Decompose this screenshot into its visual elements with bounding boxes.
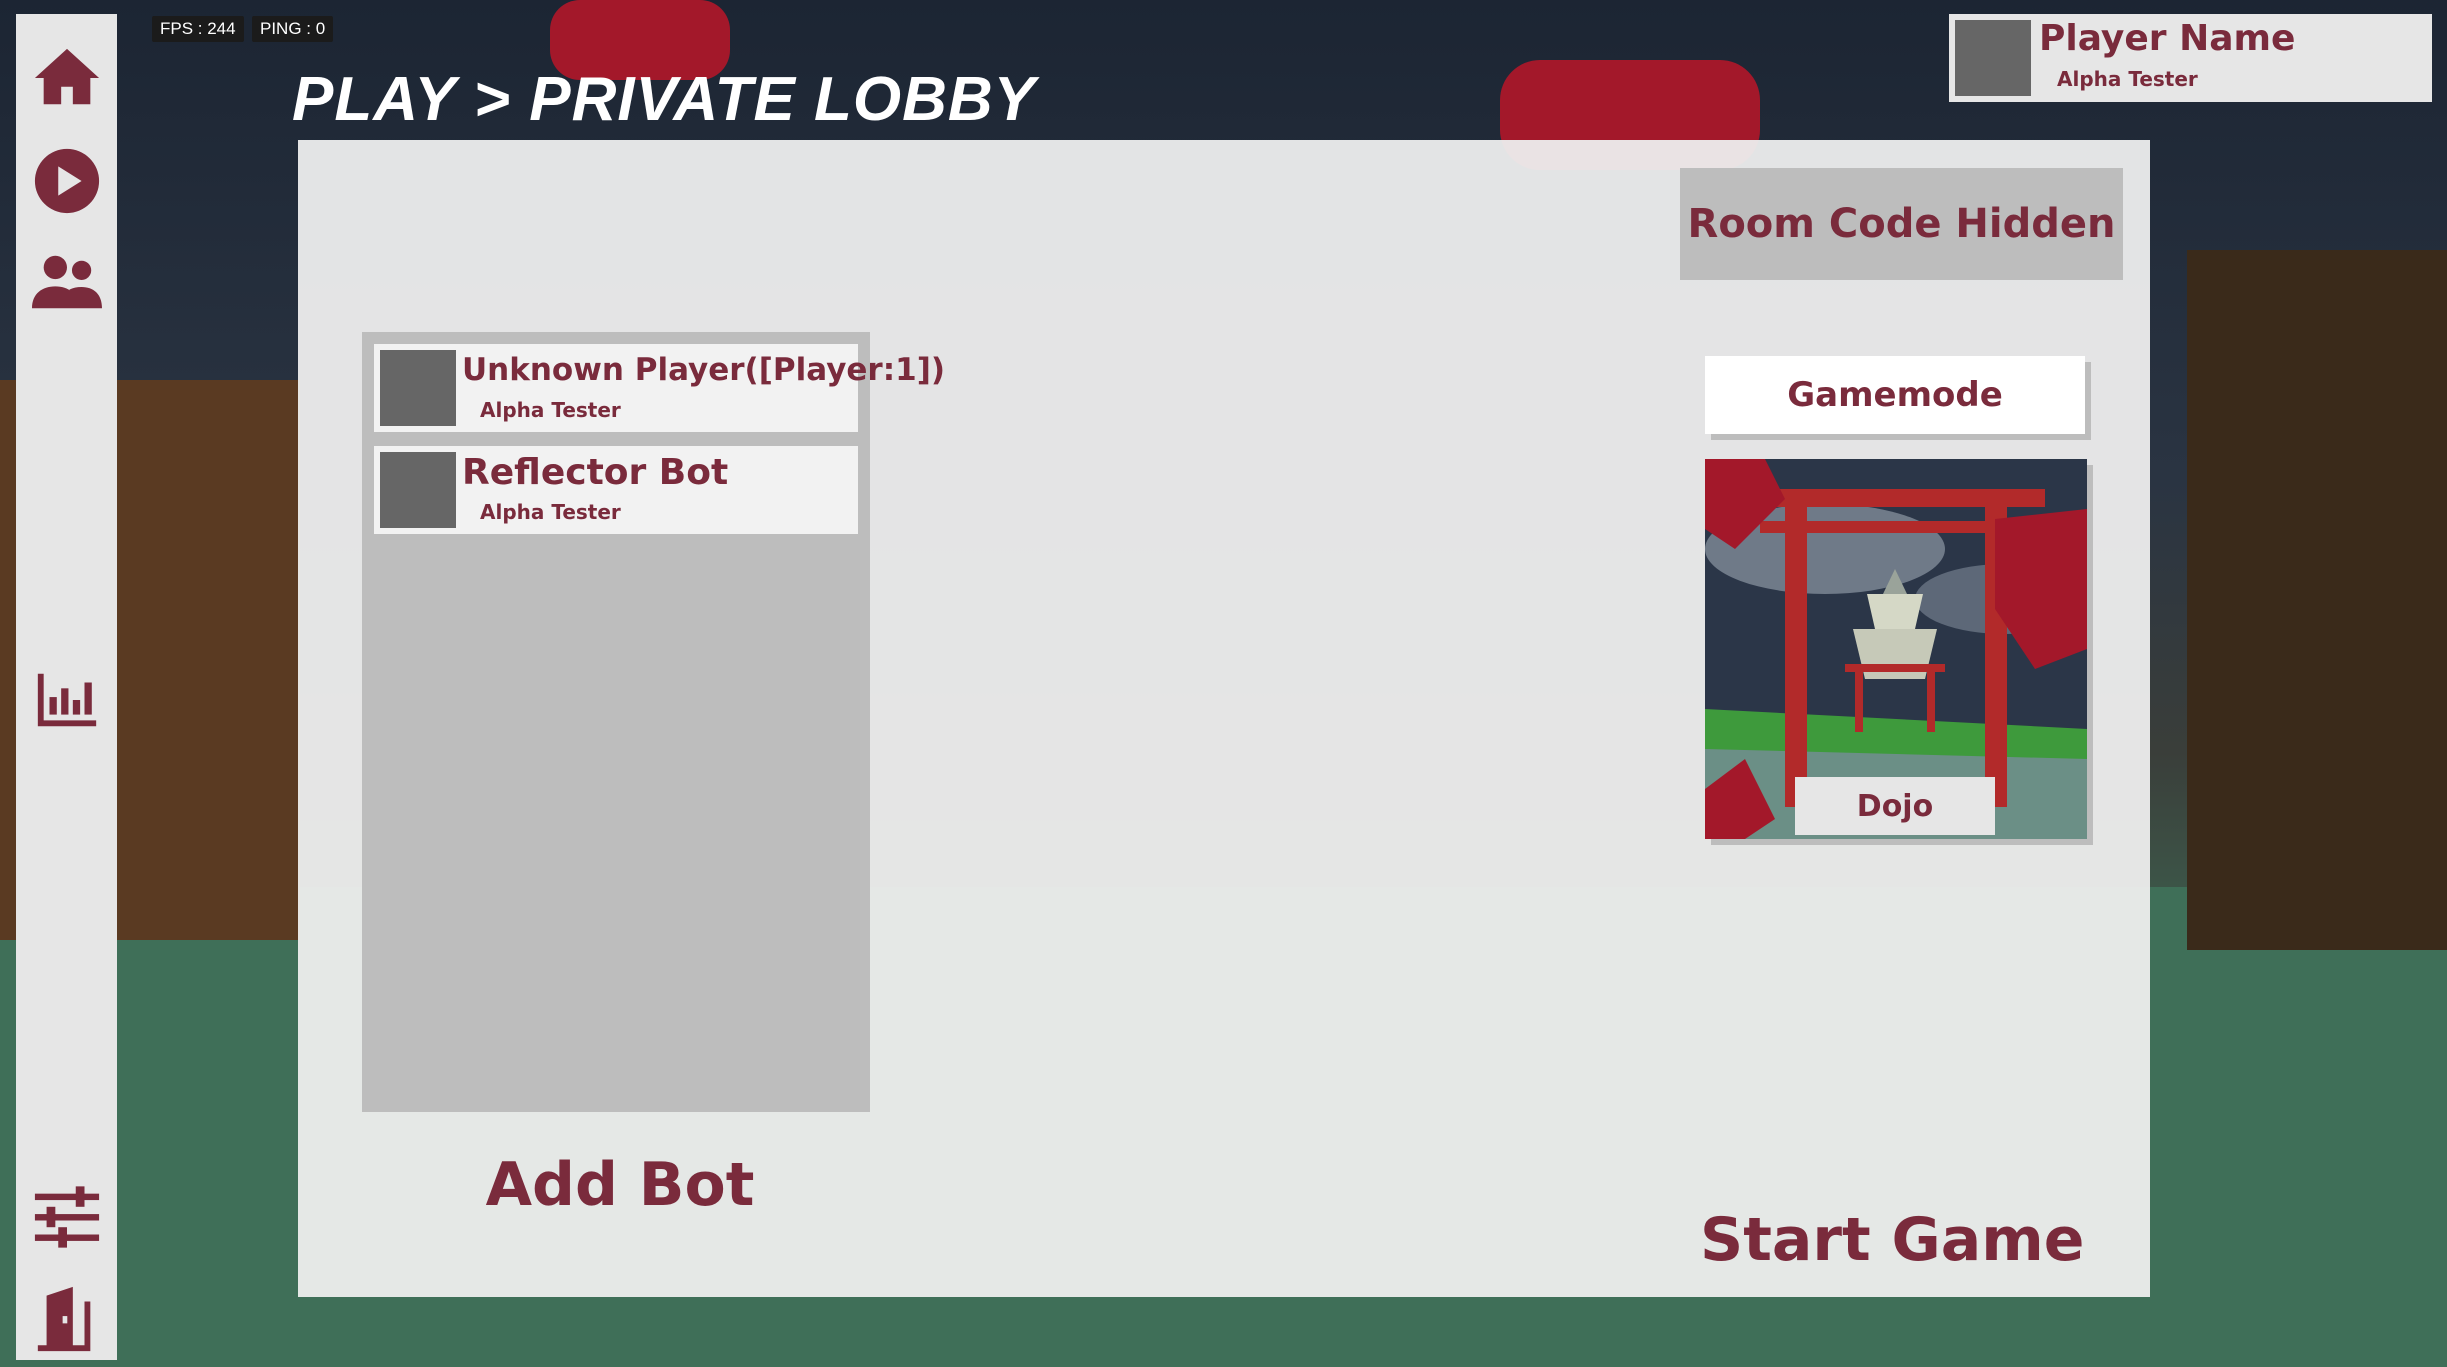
start-game-button[interactable]: Start Game bbox=[1700, 1200, 2085, 1280]
player-rank: Alpha Tester bbox=[480, 398, 621, 422]
player-card[interactable]: Unknown Player([Player:1]) Alpha Tester bbox=[374, 344, 945, 432]
ping-counter: PING : 0 bbox=[252, 16, 334, 42]
sidebar bbox=[16, 14, 117, 1360]
player-name: Reflector Bot bbox=[462, 452, 729, 493]
player-name: Unknown Player([Player:1]) bbox=[462, 352, 946, 388]
player-list[interactable]: Unknown Player([Player:1]) Alpha Tester … bbox=[362, 332, 945, 1112]
friends-icon[interactable] bbox=[16, 242, 117, 322]
avatar bbox=[380, 350, 456, 426]
player-card[interactable]: Reflector Bot Alpha Tester bbox=[374, 446, 858, 534]
profile-rank: Alpha Tester bbox=[2057, 67, 2198, 91]
map-name-label: Dojo bbox=[1795, 777, 1995, 835]
play-icon[interactable] bbox=[16, 141, 117, 221]
map-select-card[interactable]: Dojo bbox=[1705, 459, 2087, 839]
profile-name: Player Name bbox=[2039, 18, 2296, 59]
avatar bbox=[1955, 20, 2031, 96]
exit-door-icon[interactable] bbox=[16, 1279, 117, 1359]
gamemode-button[interactable]: Gamemode bbox=[1705, 356, 2085, 434]
fps-counter: FPS : 244 bbox=[152, 16, 244, 42]
home-icon[interactable] bbox=[16, 38, 117, 118]
breadcrumb: PLAY > PRIVATE LOBBY bbox=[292, 65, 1037, 134]
avatar bbox=[380, 452, 456, 528]
room-code-button[interactable]: Room Code Hidden bbox=[1680, 168, 2123, 280]
scene-wall-right bbox=[2187, 250, 2447, 950]
profile-card[interactable]: Player Name Alpha Tester bbox=[1949, 14, 2432, 102]
settings-sliders-icon[interactable] bbox=[16, 1177, 117, 1257]
stats-icon[interactable] bbox=[16, 660, 117, 740]
add-bot-button[interactable]: Add Bot bbox=[470, 1145, 770, 1225]
player-rank: Alpha Tester bbox=[480, 500, 621, 524]
